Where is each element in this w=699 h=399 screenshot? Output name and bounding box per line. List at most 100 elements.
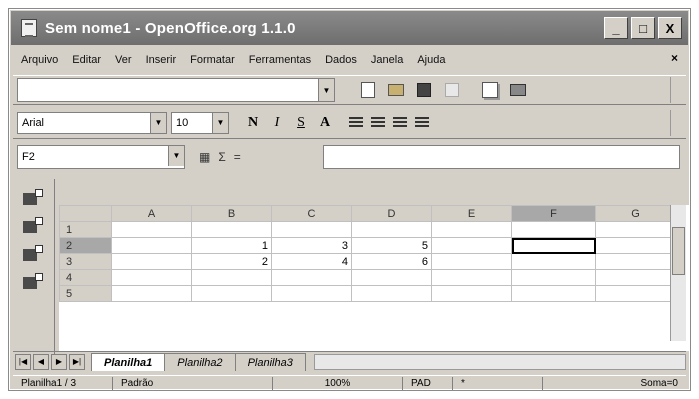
insert-object-icon[interactable] <box>23 245 43 263</box>
menu-ajuda[interactable]: Ajuda <box>417 54 445 66</box>
cell-e4[interactable] <box>431 269 512 286</box>
cell-e3[interactable] <box>431 253 512 270</box>
row-header-2[interactable]: 2 <box>59 237 112 254</box>
prev-sheet-button[interactable]: ◀ <box>33 353 49 370</box>
font-color-button[interactable]: A <box>315 112 335 134</box>
cell-g5[interactable] <box>595 285 676 302</box>
cell-f5[interactable] <box>511 285 596 302</box>
cell-a4[interactable] <box>111 269 192 286</box>
cell-e1[interactable] <box>431 221 512 238</box>
cell-f1[interactable] <box>511 221 596 238</box>
menu-editar[interactable]: Editar <box>72 54 101 66</box>
cell-g4[interactable] <box>595 269 676 286</box>
url-input[interactable]: ▼ <box>17 78 335 102</box>
next-sheet-button[interactable]: ▶ <box>51 353 67 370</box>
chevron-down-icon[interactable]: ▼ <box>212 112 228 133</box>
close-button[interactable]: X <box>658 17 682 39</box>
column-header-g[interactable]: G <box>595 205 676 222</box>
cell-d2[interactable]: 5 <box>351 237 432 254</box>
cell-d5[interactable] <box>351 285 432 302</box>
cell-a3[interactable] <box>111 253 192 270</box>
show-draw-functions-icon[interactable] <box>23 273 43 291</box>
chevron-down-icon[interactable]: ▼ <box>150 112 166 133</box>
column-header-e[interactable]: E <box>431 205 512 222</box>
cell-c3[interactable]: 4 <box>271 253 352 270</box>
menu-inserir[interactable]: Inserir <box>146 54 177 66</box>
status-zoom[interactable]: 100% <box>273 376 403 390</box>
cell-g3[interactable] <box>595 253 676 270</box>
horizontal-scrollbar[interactable] <box>313 353 686 370</box>
cell-c1[interactable] <box>271 221 352 238</box>
cell-b1[interactable] <box>191 221 272 238</box>
cell-d4[interactable] <box>351 269 432 286</box>
sheet-tab-planilha1[interactable]: Planilha1 <box>91 352 166 371</box>
cell-b4[interactable] <box>191 269 272 286</box>
cell-c2[interactable]: 3 <box>271 237 352 254</box>
row-header-5[interactable]: 5 <box>59 285 112 302</box>
insert-cells-icon[interactable] <box>23 217 43 235</box>
column-header-b[interactable]: B <box>191 205 272 222</box>
align-center-icon[interactable] <box>371 116 385 129</box>
menu-arquivo[interactable]: Arquivo <box>21 54 58 66</box>
edit-mode-button[interactable] <box>441 79 463 101</box>
function-icon[interactable]: = <box>234 150 241 164</box>
chevron-down-icon[interactable]: ▼ <box>318 79 334 101</box>
column-header-d[interactable]: D <box>351 205 432 222</box>
menu-dados[interactable]: Dados <box>325 54 357 66</box>
bold-button[interactable]: N <box>243 112 263 134</box>
column-header-f[interactable]: F <box>511 205 596 222</box>
menu-formatar[interactable]: Formatar <box>190 54 235 66</box>
cell-c4[interactable] <box>271 269 352 286</box>
cell-f4[interactable] <box>511 269 596 286</box>
cell-d3[interactable]: 6 <box>351 253 432 270</box>
align-justify-icon[interactable] <box>415 116 429 129</box>
formula-input[interactable] <box>323 145 680 169</box>
cell-f3[interactable] <box>511 253 596 270</box>
vertical-scrollbar[interactable] <box>670 205 686 341</box>
column-header-c[interactable]: C <box>271 205 352 222</box>
column-header-a[interactable]: A <box>111 205 192 222</box>
scrollbar-thumb[interactable] <box>672 227 685 275</box>
first-sheet-button[interactable]: |◀ <box>15 353 31 370</box>
cell-b3[interactable]: 2 <box>191 253 272 270</box>
last-sheet-button[interactable]: ▶| <box>69 353 85 370</box>
document-close-button[interactable]: × <box>671 51 678 65</box>
cell-e5[interactable] <box>431 285 512 302</box>
print-button[interactable] <box>507 79 529 101</box>
row-header-4[interactable]: 4 <box>59 269 112 286</box>
function-wizard-icon[interactable]: ▦ <box>199 150 210 164</box>
name-box[interactable]: F2 ▼ <box>17 145 185 169</box>
save-button[interactable] <box>413 79 435 101</box>
align-right-icon[interactable] <box>393 116 407 129</box>
font-name-select[interactable]: Arial ▼ <box>17 111 167 134</box>
cell-a1[interactable] <box>111 221 192 238</box>
menu-ferramentas[interactable]: Ferramentas <box>249 54 311 66</box>
select-all-corner[interactable] <box>59 205 112 222</box>
underline-button[interactable]: S <box>291 112 311 134</box>
open-button[interactable] <box>385 79 407 101</box>
sheet-tab-planilha3[interactable]: Planilha3 <box>234 352 306 371</box>
align-left-icon[interactable] <box>349 116 363 129</box>
title-bar[interactable]: Sem nome1 - OpenOffice.org 1.1.0 _ □ X <box>11 11 688 45</box>
edit-file-button[interactable] <box>357 79 379 101</box>
sheet-tab-planilha2[interactable]: Planilha2 <box>164 352 236 371</box>
cell-d1[interactable] <box>351 221 432 238</box>
cell-f2-active[interactable] <box>511 237 596 254</box>
cell-g1[interactable] <box>595 221 676 238</box>
maximize-button[interactable]: □ <box>631 17 655 39</box>
menu-janela[interactable]: Janela <box>371 54 403 66</box>
row-header-1[interactable]: 1 <box>59 221 112 238</box>
chevron-down-icon[interactable]: ▼ <box>168 146 184 166</box>
toolbar-overflow[interactable] <box>670 77 682 103</box>
cell-b2[interactable]: 1 <box>191 237 272 254</box>
cell-a5[interactable] <box>111 285 192 302</box>
cell-c5[interactable] <box>271 285 352 302</box>
italic-button[interactable]: I <box>267 112 287 134</box>
cell-a2[interactable] <box>111 237 192 254</box>
toolbar-overflow[interactable] <box>670 109 682 136</box>
spreadsheet-grid[interactable]: A B C D E F G 1 2 1 3 5 3 2 4 6 4 5 <box>59 205 690 351</box>
sum-icon[interactable]: Σ <box>218 150 225 164</box>
minimize-button[interactable]: _ <box>604 17 628 39</box>
row-header-3[interactable]: 3 <box>59 253 112 270</box>
insert-icon[interactable] <box>23 189 43 207</box>
